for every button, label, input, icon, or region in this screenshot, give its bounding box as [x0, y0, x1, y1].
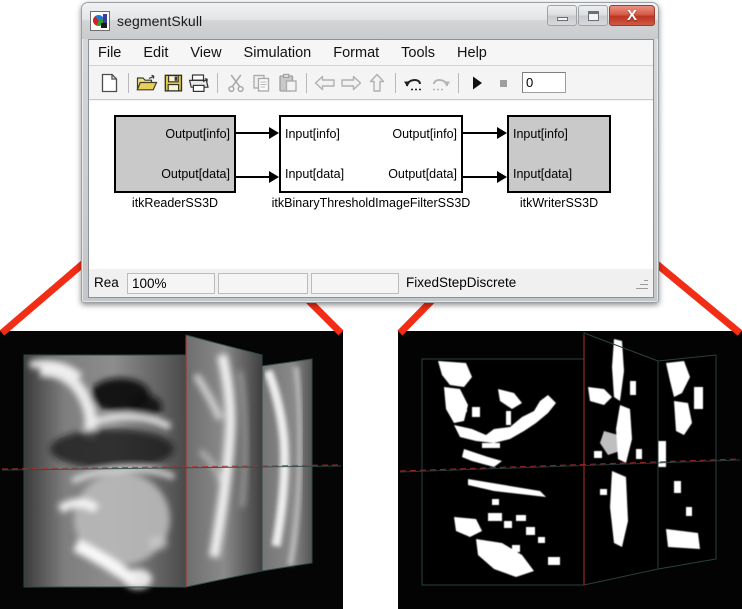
seg-plane-center	[583, 332, 659, 586]
ct-plane-center	[185, 334, 263, 588]
segmented-volume-view[interactable]	[398, 331, 742, 609]
open-model-button[interactable]	[134, 70, 160, 96]
paste-icon	[279, 73, 297, 92]
undo-icon	[404, 78, 421, 90]
redo-icon	[433, 78, 450, 90]
window-title: segmentSkull	[117, 13, 203, 29]
block-itkWriterSS3D[interactable]: Input[info] Input[data]	[507, 115, 611, 193]
arrowhead-filter-info-in	[269, 127, 279, 139]
input-ct-volume-view[interactable]	[0, 331, 343, 609]
wire-reader-data-to-filter-data	[236, 176, 271, 178]
port-filter-input-info: Input[info]	[285, 127, 340, 141]
window-client-area: File Edit View Simulation Format Tools H…	[88, 39, 654, 298]
segmented-orthogonal-slices	[398, 331, 742, 609]
arrowhead-filter-data-in	[269, 171, 279, 183]
menu-bar: File Edit View Simulation Format Tools H…	[89, 40, 653, 66]
wire-filter-info-to-writer-info	[463, 132, 499, 134]
simulink-window: segmentSkull X File Edit View Simulation…	[81, 2, 659, 303]
resize-grip-icon[interactable]	[633, 275, 649, 291]
page-root: segmentSkull X File Edit View Simulation…	[0, 0, 742, 609]
close-icon: X	[626, 7, 637, 24]
title-bar[interactable]: segmentSkull X	[82, 3, 658, 39]
port-filter-output-data: Output[data]	[388, 167, 457, 181]
toolbar-separator	[458, 72, 459, 93]
status-zoom-level: 100%	[127, 272, 215, 294]
status-solver-name: FixedStepDiscrete	[406, 274, 517, 290]
new-model-icon	[101, 73, 118, 92]
close-button[interactable]: X	[609, 5, 655, 26]
cut-button	[223, 70, 249, 96]
port-writer-input-info: Input[info]	[513, 127, 568, 141]
status-cell-4	[311, 272, 399, 294]
forward-arrow-icon	[341, 75, 362, 90]
window-controls: X	[546, 5, 655, 27]
toolbar-separator	[128, 72, 129, 93]
port-writer-input-data: Input[data]	[513, 167, 573, 181]
wire-reader-info-to-filter-info	[236, 132, 271, 134]
save-icon	[164, 74, 182, 92]
stop-simulation-icon	[500, 79, 507, 87]
status-cell-3	[218, 272, 308, 294]
stop-simulation-button	[490, 70, 516, 96]
go-up-button	[364, 70, 390, 96]
seg-plane-left	[421, 358, 585, 586]
port-reader-output-info: Output[info]	[165, 127, 230, 141]
toolbar: 0	[89, 66, 653, 100]
menu-item-tools[interactable]: Tools	[401, 45, 435, 61]
cut-icon	[228, 74, 244, 92]
start-simulation-icon	[473, 76, 482, 89]
go-back-button	[312, 70, 338, 96]
block-label-itkReaderSS3D: itkReaderSS3D	[131, 196, 219, 210]
menu-item-file[interactable]: File	[98, 45, 121, 61]
toolbar-separator	[395, 72, 396, 93]
print-icon	[188, 73, 209, 92]
menu-item-edit[interactable]: Edit	[143, 45, 168, 61]
copy-button	[249, 70, 275, 96]
wire-filter-data-to-writer-data	[463, 176, 499, 178]
toolbar-separator	[217, 72, 218, 93]
ct-orthogonal-slices	[0, 331, 343, 609]
model-canvas[interactable]: Output[info] Output[data] itkReaderSS3D …	[89, 101, 653, 270]
status-ready-text: Rea	[94, 274, 119, 290]
open-folder-icon	[136, 74, 158, 90]
start-simulation-button[interactable]	[464, 70, 490, 96]
maximize-button[interactable]	[578, 5, 608, 26]
back-arrow-icon	[314, 75, 335, 90]
redo-button	[427, 70, 453, 96]
block-itkReaderSS3D[interactable]: Output[info] Output[data]	[114, 115, 236, 193]
toolbar-separator	[306, 72, 307, 93]
port-filter-input-data: Input[data]	[285, 167, 345, 181]
menu-item-view[interactable]: View	[190, 45, 221, 61]
paste-button	[275, 70, 301, 96]
status-bar: Rea 100% FixedStepDiscrete	[89, 269, 653, 297]
menu-item-simulation[interactable]: Simulation	[244, 45, 312, 61]
minimize-button[interactable]	[547, 5, 577, 26]
menu-item-help[interactable]: Help	[457, 45, 487, 61]
port-reader-output-data: Output[data]	[161, 167, 230, 181]
save-model-button[interactable]	[160, 70, 186, 96]
arrowhead-writer-data-in	[497, 171, 507, 183]
up-arrow-icon	[369, 73, 385, 92]
port-filter-output-info: Output[info]	[392, 127, 457, 141]
ct-plane-left	[23, 354, 187, 589]
go-forward-button	[338, 70, 364, 96]
new-model-button[interactable]	[97, 70, 123, 96]
menu-item-format[interactable]: Format	[333, 45, 379, 61]
simulation-stop-time-input[interactable]: 0	[522, 72, 566, 93]
print-button[interactable]	[186, 70, 212, 96]
undo-button[interactable]	[401, 70, 427, 96]
copy-icon	[253, 74, 270, 92]
block-label-itkWriterSS3D: itkWriterSS3D	[519, 196, 599, 210]
simulink-model-icon	[90, 11, 110, 31]
block-label-itkBinaryThresholdImageFilterSS3D: itkBinaryThresholdImageFilterSS3D	[271, 196, 471, 210]
block-itkBinaryThresholdImageFilterSS3D[interactable]: Input[info] Input[data] Output[info] Out…	[279, 115, 463, 193]
arrowhead-writer-info-in	[497, 127, 507, 139]
